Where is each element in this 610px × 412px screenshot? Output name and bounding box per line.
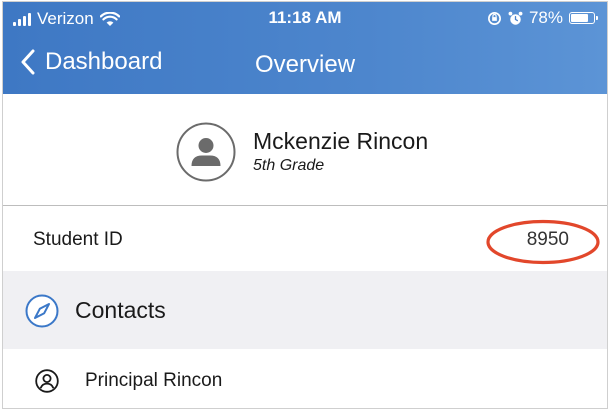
- chevron-left-icon: [21, 49, 35, 75]
- student-profile: Mckenzie Rincon 5th Grade: [3, 94, 607, 206]
- page-title: Overview: [255, 51, 356, 78]
- student-id-row: Student ID 8950: [3, 207, 607, 271]
- contacts-section-header: Contacts: [3, 271, 607, 349]
- status-right: 78%: [487, 8, 598, 28]
- alarm-icon: [508, 11, 523, 25]
- back-button-label: Dashboard: [45, 48, 163, 75]
- app-header: Verizon 11:18 AM 78% Dashboard Overview: [3, 2, 607, 94]
- compass-icon: [25, 294, 59, 328]
- app-screen: Verizon 11:18 AM 78% Dashboard Overview …: [2, 1, 608, 409]
- nav-bar: Dashboard Overview: [3, 34, 607, 94]
- person-outline-icon: [35, 369, 59, 393]
- rotation-lock-icon: [488, 11, 501, 25]
- student-grade: 5th Grade: [253, 157, 325, 174]
- contact-item[interactable]: Principal Rincon: [3, 349, 607, 408]
- battery-fill: [571, 14, 588, 22]
- status-bar: Verizon 11:18 AM 78%: [3, 2, 607, 34]
- contact-name: Principal Rincon: [85, 370, 223, 391]
- battery-percent: 78%: [528, 8, 563, 27]
- person-circle-icon: [176, 122, 236, 182]
- battery-icon: [569, 12, 598, 24]
- contacts-title: Contacts: [75, 297, 166, 323]
- back-button[interactable]: Dashboard: [21, 48, 162, 76]
- student-id-value: 8950: [526, 229, 569, 250]
- student-name: Mckenzie Rincon: [253, 128, 429, 154]
- student-id-label: Student ID: [33, 229, 123, 250]
